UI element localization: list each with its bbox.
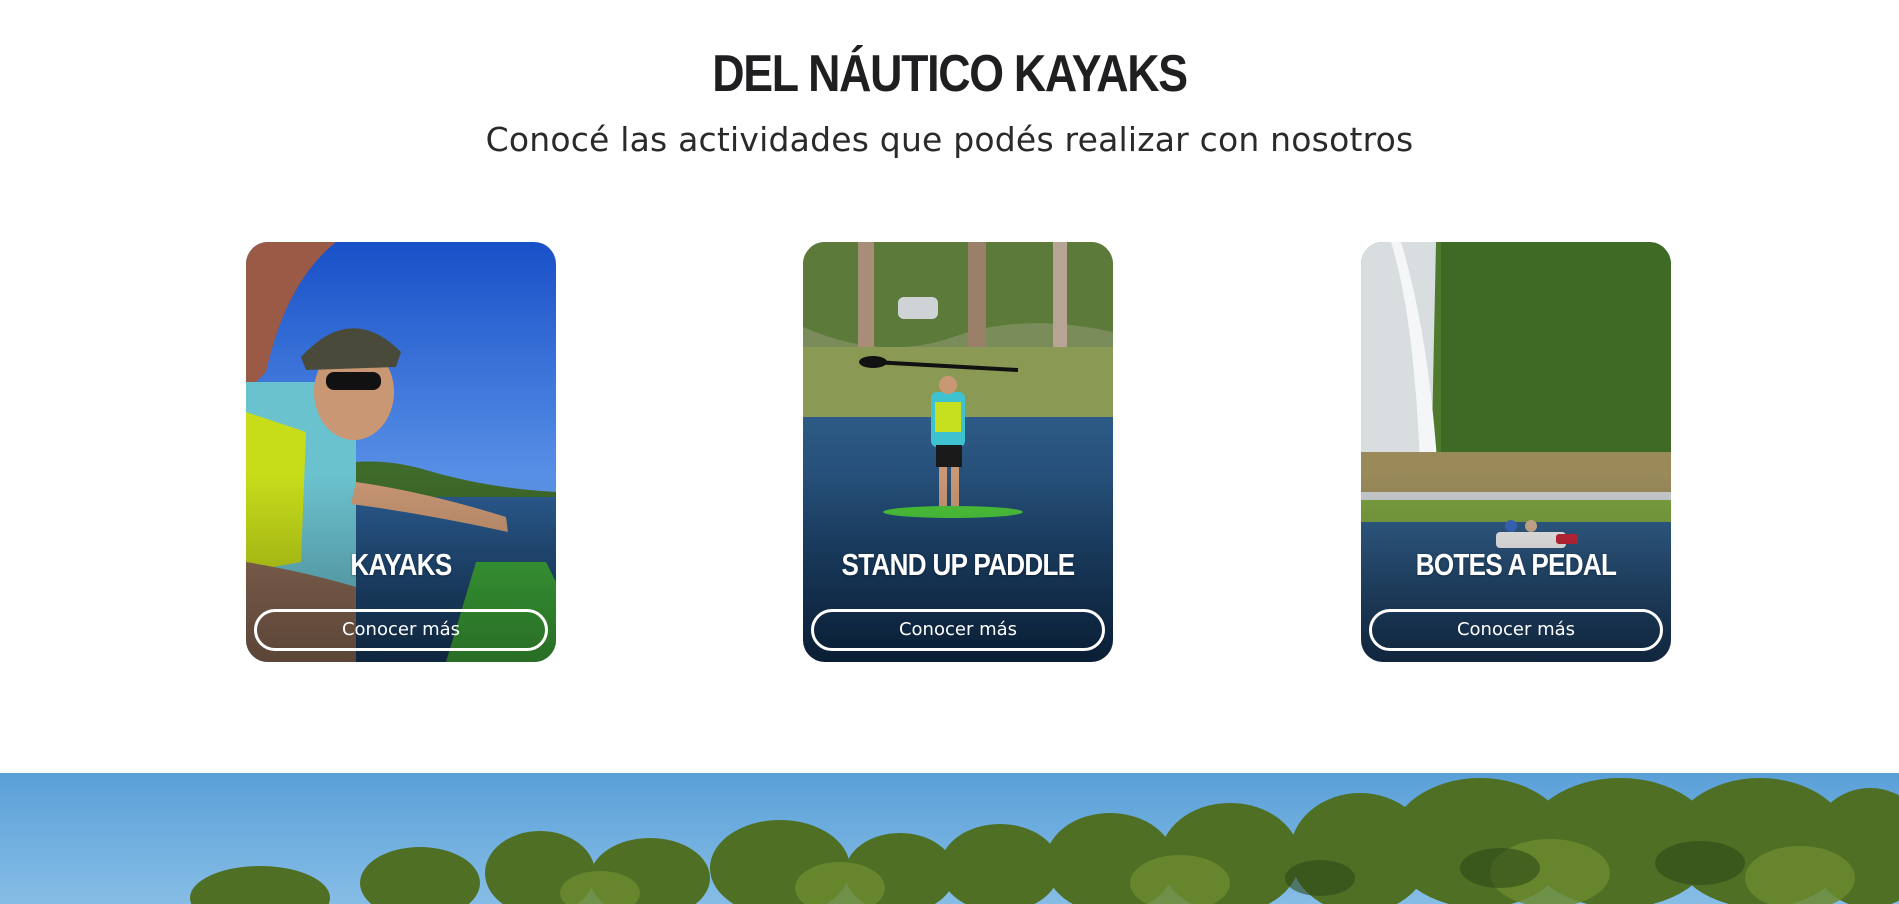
card-overlay (246, 242, 556, 662)
conocer-mas-botes-a-pedal-button[interactable]: Conocer más (1369, 609, 1663, 651)
activities-section: DEL NÁUTICO KAYAKS Conocé las actividade… (0, 0, 1899, 773)
card-overlay (1361, 242, 1671, 662)
card-title-stand-up-paddle: STAND UP PADDLE (841, 547, 1076, 582)
conocer-mas-kayaks-button[interactable]: Conocer más (254, 609, 548, 651)
section-title: DEL NÁUTICO KAYAKS (712, 45, 1188, 103)
conocer-mas-stand-up-paddle-button[interactable]: Conocer más (811, 609, 1105, 651)
activity-card-kayaks[interactable]: KAYAKS Conocer más (246, 242, 556, 662)
card-title-botes-a-pedal: BOTES A PEDAL (1415, 547, 1617, 582)
trees-sky-photo (0, 773, 1899, 904)
card-title-kayaks: KAYAKS (350, 547, 452, 582)
activity-card-botes-a-pedal[interactable]: BOTES A PEDAL Conocer más (1361, 242, 1671, 662)
banner-image (0, 773, 1899, 904)
card-overlay (803, 242, 1113, 662)
section-subtitle: Conocé las actividades que podés realiza… (485, 120, 1414, 159)
activity-card-stand-up-paddle[interactable]: STAND UP PADDLE Conocer más (803, 242, 1113, 662)
